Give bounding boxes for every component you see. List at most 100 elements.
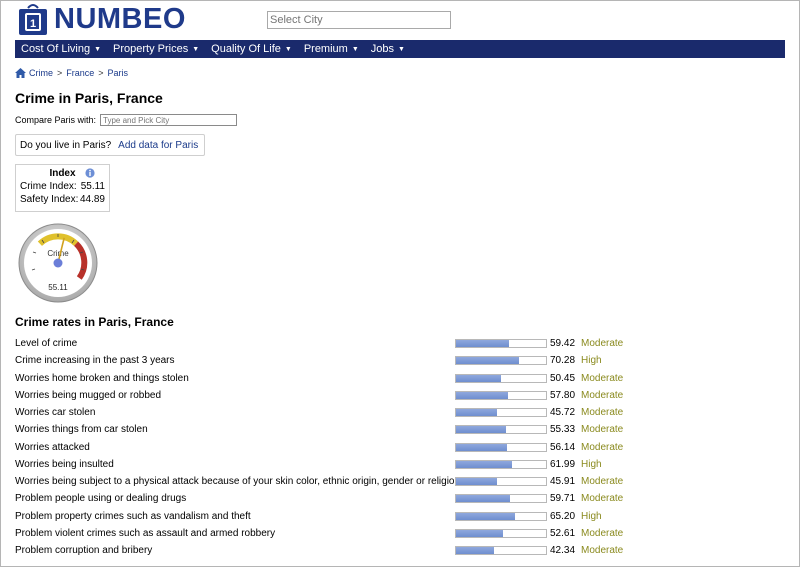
nav-label: Cost Of Living <box>21 43 91 55</box>
crime-rate-row: Level of crime 59.42 Moderate <box>15 336 655 353</box>
crime-rate-row: Problem violent crimes such as assault a… <box>15 526 655 543</box>
compare-row: Compare Paris with: <box>15 114 238 126</box>
crime-gauge: Crime 55.11 <box>18 223 98 303</box>
rate-level: High <box>581 510 602 522</box>
crime-rate-row: Worries attacked 56.14 Moderate <box>15 440 655 457</box>
rate-value: 52.61 <box>550 527 576 539</box>
caret-down-icon: ▼ <box>94 45 102 53</box>
rate-bar-fill <box>456 478 498 485</box>
crime-rates-table: Level of crime 59.42 Moderate Crime increas… <box>15 336 655 560</box>
nav-cost-of-living[interactable]: Cost Of Living ▼ <box>15 43 107 55</box>
rate-value: 70.28 <box>550 355 576 367</box>
rate-bar <box>455 459 547 469</box>
rate-label: Worries home broken and things stolen <box>15 372 189 384</box>
info-icon[interactable] <box>85 168 95 178</box>
crime-rate-row: Worries being insulted 61.99 High <box>15 457 655 474</box>
rate-bar-fill <box>456 529 504 537</box>
breadcrumb-paris[interactable]: Paris <box>108 68 129 78</box>
nav-premium[interactable]: Premium ▼ <box>298 43 365 55</box>
rate-bar <box>455 356 547 366</box>
rate-value: 65.20 <box>550 510 576 522</box>
rate-bar-fill <box>456 547 495 554</box>
nav-label: Quality Of Life <box>211 43 281 55</box>
rate-level: Moderate <box>581 338 624 349</box>
nav-label: Premium <box>303 43 348 55</box>
breadcrumb-france[interactable]: France <box>66 68 94 78</box>
rate-bar <box>455 477 547 486</box>
rate-value: 42.34 <box>550 545 576 556</box>
numbeo-logo[interactable]: 1 NUMBEO <box>16 2 186 36</box>
crime-rate-row: Problem corruption and bribery 42.34 Moder… <box>15 543 655 560</box>
crime-rate-row: Worries car stolen 45.72 Moderate <box>15 405 655 422</box>
crime-rates-title: Crime rates in Paris, France <box>15 315 174 329</box>
rate-level: Moderate <box>581 441 624 453</box>
caret-down-icon: ▼ <box>284 45 292 53</box>
rate-value: 56.14 <box>550 441 576 453</box>
nav-label: Property Prices <box>113 43 189 55</box>
home-icon[interactable] <box>15 68 26 78</box>
rate-label: Level of crime <box>15 338 78 349</box>
rate-label: Crime increasing in the past 3 years <box>15 355 175 367</box>
add-data-link[interactable]: Add data for Paris <box>118 140 198 151</box>
rate-label: Worries being insulted <box>15 458 114 470</box>
nav-label: Jobs <box>370 43 395 55</box>
rate-level: Moderate <box>581 545 624 556</box>
rate-label: Worries being mugged or robbed <box>15 389 162 401</box>
rate-value: 59.42 <box>550 338 576 349</box>
compare-city-input[interactable] <box>100 114 238 126</box>
rate-label: Problem violent crimes such as assault a… <box>15 527 276 539</box>
select-city-input[interactable] <box>267 11 451 29</box>
rate-level: Moderate <box>581 389 624 401</box>
rate-bar-fill <box>456 374 502 382</box>
gauge-hub <box>53 258 63 268</box>
gauge-label: Crime <box>47 249 69 258</box>
compare-label: Compare Paris with: <box>15 115 97 125</box>
nav-quality-of-life[interactable]: Quality Of Life ▼ <box>205 43 298 55</box>
crime-index-value: 55.11 <box>80 181 105 192</box>
rate-level: Moderate <box>581 527 624 539</box>
rate-bar <box>455 390 547 400</box>
rate-level: High <box>581 355 602 367</box>
live-question: Do you live in Paris? <box>20 139 112 151</box>
rate-value: 45.91 <box>550 476 576 487</box>
rate-bar <box>455 339 547 348</box>
caret-down-icon: ▼ <box>351 45 359 53</box>
crime-index-label: Crime Index: <box>20 181 77 192</box>
safety-index-label: Safety Index: <box>20 194 79 205</box>
rate-label: Problem people using or dealing drugs <box>15 493 187 505</box>
rate-bar <box>455 425 547 435</box>
rate-bar <box>455 528 547 538</box>
rate-level: Moderate <box>581 476 624 487</box>
rate-level: Moderate <box>581 493 624 505</box>
rate-bar-fill <box>456 409 498 416</box>
rate-bar-fill <box>456 340 510 347</box>
breadcrumb-crime[interactable]: Crime <box>29 68 53 78</box>
svg-text:1: 1 <box>30 18 36 30</box>
rate-level: Moderate <box>581 372 624 384</box>
page-title: Crime in Paris, France <box>15 90 163 106</box>
caret-down-icon: ▼ <box>192 45 200 53</box>
rate-bar <box>455 494 547 504</box>
main-nav: Cost Of Living ▼ Property Prices ▼ Quality… <box>15 40 785 58</box>
rate-value: 50.45 <box>550 372 576 384</box>
index-heading-row: Index <box>20 168 105 179</box>
rate-label: Worries attacked <box>15 441 90 453</box>
rate-label: Worries things from car stolen <box>15 424 148 436</box>
rate-bar <box>455 373 547 383</box>
crime-rate-row: Problem people using or dealing drugs 59.… <box>15 491 655 508</box>
crime-rate-row: Problem property crimes such as vandalis… <box>15 509 655 526</box>
rate-label: Worries car stolen <box>15 407 96 418</box>
rate-bar <box>455 546 547 555</box>
rate-level: Moderate <box>581 424 624 436</box>
breadcrumb: Crime > France > Paris <box>15 68 128 78</box>
safety-index-value: 44.89 <box>79 194 105 205</box>
breadcrumb-separator: > <box>98 68 104 78</box>
nav-property-prices[interactable]: Property Prices ▼ <box>107 43 205 55</box>
breadcrumb-separator: > <box>57 68 63 78</box>
crime-rate-row: Worries things from car stolen 55.33 Moder… <box>15 422 655 439</box>
rate-value: 59.71 <box>550 493 576 505</box>
crime-rate-row: Worries being subject to a physical atta… <box>15 474 655 491</box>
index-heading: Index <box>49 168 76 179</box>
nav-jobs[interactable]: Jobs ▼ <box>365 43 411 55</box>
index-box: Index Crime Index: 55.11 Safety Index: 4… <box>15 164 110 212</box>
